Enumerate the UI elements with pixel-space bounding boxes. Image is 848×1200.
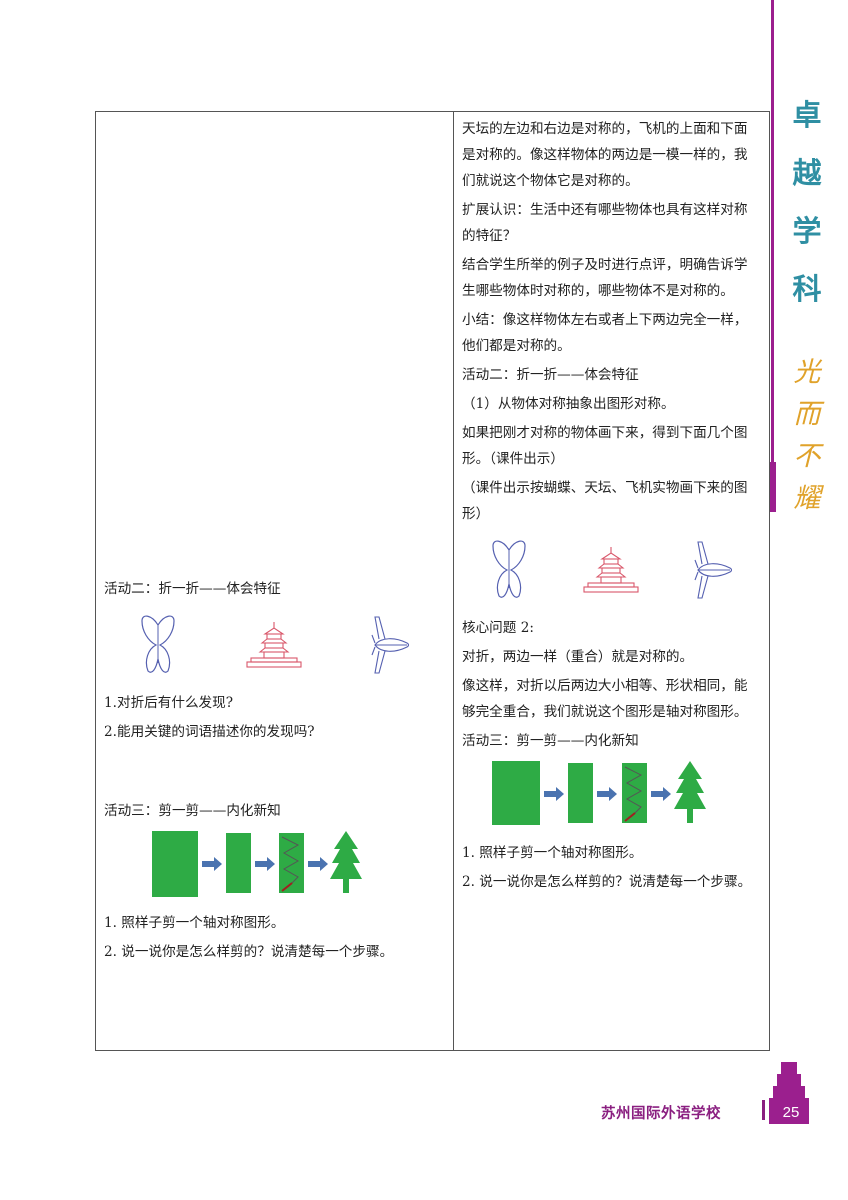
side-accent-bar — [769, 462, 776, 512]
right-step-2: 2. 说一说你是怎么样剪的？说清楚每一个步骤。 — [462, 874, 752, 890]
slogan-excellent-subject: 卓 越 学 科 — [787, 86, 827, 318]
butterfly-figure — [141, 615, 175, 673]
slogan2-char: 光 — [793, 357, 821, 388]
footer-divider — [762, 1100, 765, 1120]
slogan1-char: 越 — [792, 156, 822, 190]
right-para-comment: 结合学生所举的例子及时进行点评，明确告诉学生哪些物体时对称的，哪些物体不是对称的… — [462, 257, 748, 299]
slogan-bright-not-dazzling: 光 而 不 耀 — [787, 352, 827, 520]
left-activity2-title: 活动二：折一折——体会特征 — [104, 581, 281, 597]
right-para-summary: 小结：像这样物体左右或者上下两边完全一样，他们都是对称的。 — [462, 312, 748, 354]
temple-of-heaven-figure — [583, 547, 640, 593]
right-activity3-title: 活动三：剪一剪——内化新知 — [462, 733, 639, 749]
right-para-draw: 如果把刚才对称的物体画下来，得到下面几个图形。（课件出示） — [462, 425, 748, 467]
temple-of-heaven-figure — [246, 622, 303, 668]
cut-steps-illustration — [152, 831, 362, 897]
lesson-plan-table: 活动二：折一折——体会特征 1.对折后有什么发现? 2.能用关键的词语描述你的发… — [95, 111, 770, 1051]
side-line — [771, 0, 774, 510]
slogan1-char: 卓 — [792, 98, 822, 132]
slogan1-char: 学 — [792, 214, 822, 248]
school-name: 苏州国际外语学校 — [601, 1105, 721, 1122]
right-step-1: 1. 照样子剪一个轴对称图形。 — [462, 845, 643, 861]
slogan2-char: 耀 — [793, 483, 821, 514]
airplane-figure — [694, 541, 733, 599]
left-question-2: 2.能用关键的词语描述你的发现吗? — [104, 724, 315, 740]
teacher-guidance-column: 天坛的左边和右边是对称的，飞机的上面和下面是对称的。像这样物体的两边是一模一样的… — [453, 111, 770, 1051]
right-para-axis-definition: 像这样，对折以后两边大小相等、形状相同，能够完全重合，我们就说这个图形是轴对称图… — [462, 678, 748, 720]
airplane-figure — [371, 616, 410, 674]
right-para-courseware: （课件出示按蝴蝶、天坛、飞机实物画下来的图形） — [462, 480, 748, 522]
left-activity3-title: 活动三：剪一剪——内化新知 — [104, 803, 281, 819]
right-para-abstract: （1）从物体对称抽象出图形对称。 — [462, 396, 675, 412]
left-step-1: 1. 照样子剪一个轴对称图形。 — [104, 915, 285, 931]
cut-steps-illustration — [492, 761, 706, 825]
right-para-extend: 扩展认识：生活中还有哪些物体也具有这样对称的特征？ — [462, 202, 748, 244]
left-figure-row — [104, 608, 445, 682]
right-activity2-title: 活动二：折一折——体会特征 — [462, 367, 639, 383]
left-question-1: 1.对折后有什么发现? — [104, 695, 234, 711]
right-core-question: 核心问题 2: — [462, 620, 534, 636]
right-para-symmetry: 天坛的左边和右边是对称的，飞机的上面和下面是对称的。像这样物体的两边是一模一样的… — [462, 121, 748, 189]
left-cut-sequence — [104, 828, 445, 906]
butterfly-figure — [492, 540, 526, 598]
right-figure-row — [462, 533, 761, 607]
left-step-2: 2. 说一说你是怎么样剪的？说清楚每一个步骤。 — [104, 944, 394, 960]
right-cut-sequence — [462, 758, 761, 836]
slogan1-char: 科 — [792, 272, 822, 306]
slogan2-char: 而 — [793, 399, 821, 430]
slogan2-char: 不 — [793, 441, 821, 472]
page-number: 25 — [782, 1104, 800, 1121]
student-activity-column: 活动二：折一折——体会特征 1.对折后有什么发现? 2.能用关键的词语描述你的发… — [95, 111, 454, 1051]
right-para-fold: 对折，两边一样（重合）就是对称的。 — [462, 649, 694, 665]
